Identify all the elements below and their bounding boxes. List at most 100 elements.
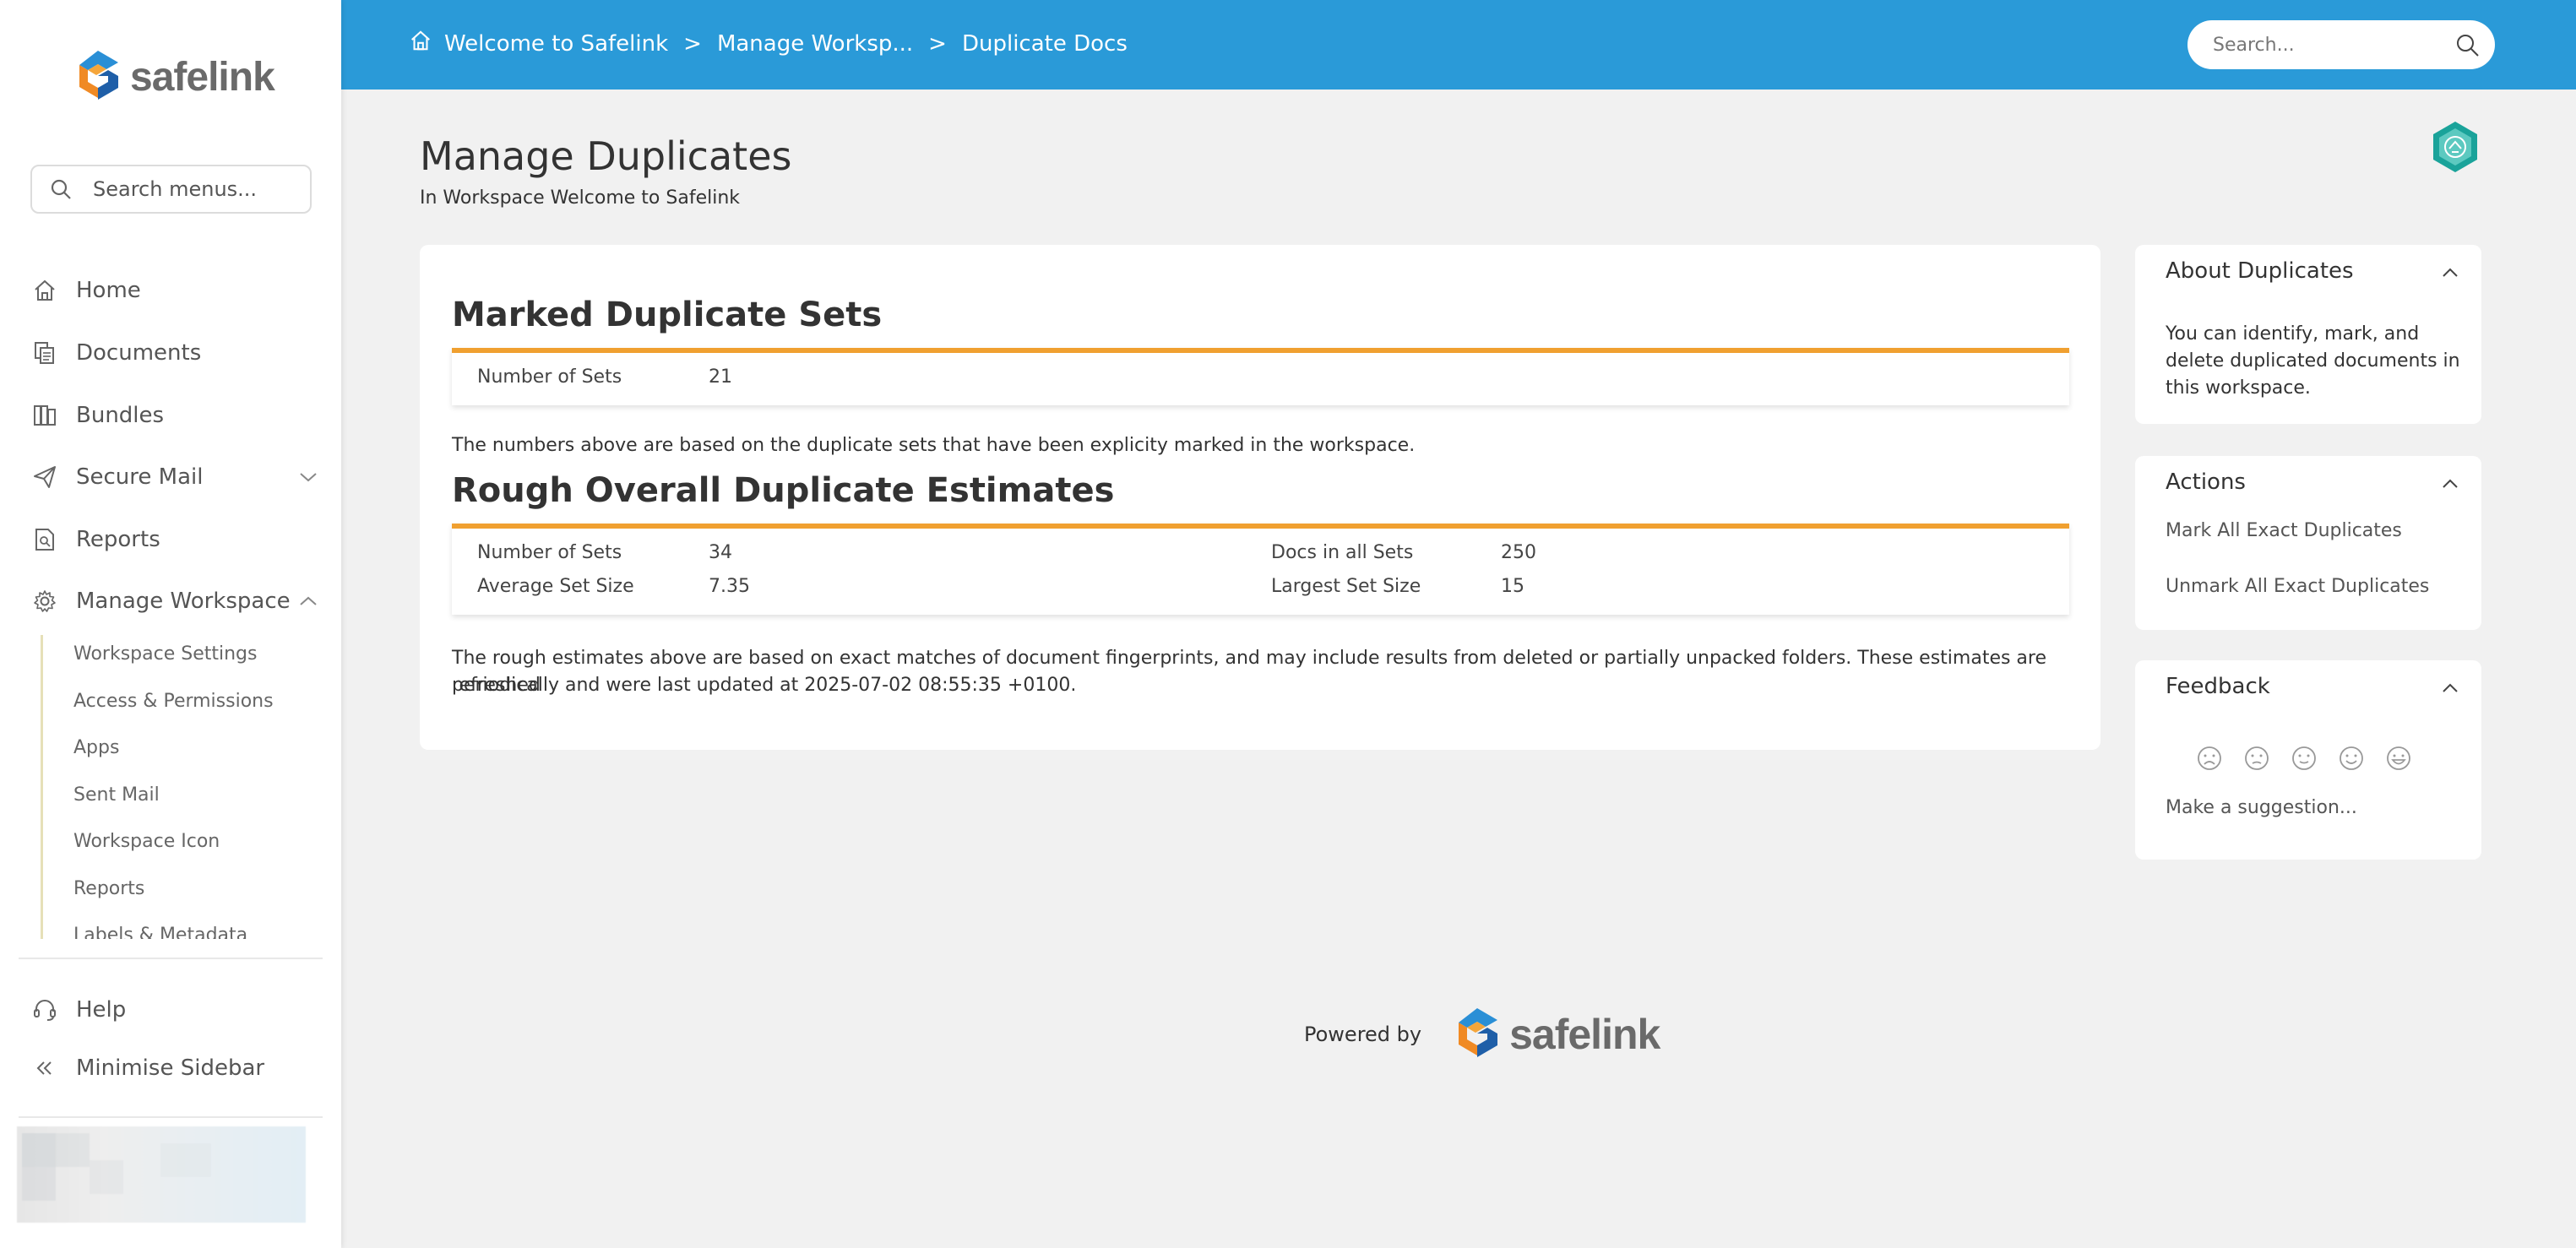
sidebar-item-secure-mail[interactable]: Secure Mail bbox=[30, 459, 203, 496]
make-suggestion-link[interactable]: Make a suggestion... bbox=[2166, 797, 2357, 818]
submenu-item-apps[interactable]: Apps bbox=[73, 737, 119, 758]
submenu-item-labels-metadata[interactable]: Labels & Metadata bbox=[73, 925, 247, 939]
chevron-down-icon[interactable] bbox=[296, 464, 321, 490]
happy-face-icon[interactable] bbox=[2338, 745, 2365, 772]
minimise-sidebar-button[interactable]: Minimise Sidebar bbox=[30, 1050, 264, 1087]
search-icon bbox=[47, 176, 74, 203]
user-profile-card[interactable] bbox=[17, 1126, 306, 1223]
chevron-up-icon[interactable] bbox=[2437, 471, 2463, 496]
breadcrumb-workspace[interactable]: Welcome to Safelink bbox=[444, 31, 668, 57]
sidebar-item-label: Manage Workspace bbox=[76, 589, 291, 614]
menu-search[interactable] bbox=[30, 165, 312, 214]
sidebar-item-label: Help bbox=[76, 997, 127, 1023]
footer: Powered by safelink bbox=[1304, 1005, 1660, 1064]
sidebar-divider bbox=[19, 958, 323, 959]
home-icon bbox=[30, 276, 59, 305]
bundles-icon bbox=[30, 401, 59, 430]
breadcrumb-current: Duplicate Docs bbox=[961, 30, 1128, 57]
submenu-item-workspace-settings[interactable]: Workspace Settings bbox=[73, 643, 257, 665]
submenu-item-sent-mail[interactable]: Sent Mail bbox=[73, 784, 160, 806]
manage-workspace-submenu: Workspace Settings Access & Permissions … bbox=[41, 635, 319, 939]
about-text-line: this workspace. bbox=[2166, 377, 2311, 399]
sidebar-item-manage-workspace[interactable]: Manage Workspace bbox=[30, 583, 291, 620]
stat-label: Largest Set Size bbox=[1271, 576, 1421, 597]
sidebar-item-documents[interactable]: Documents bbox=[30, 334, 201, 372]
menu-search-input[interactable] bbox=[93, 177, 287, 201]
top-bar: Welcome to Safelink > Manage Worksp... >… bbox=[341, 0, 2576, 90]
home-icon[interactable] bbox=[409, 29, 432, 58]
sidebar-item-label: Bundles bbox=[76, 403, 165, 428]
marked-stats-box: Number of Sets 21 bbox=[452, 348, 2069, 405]
submenu-item-workspace-icon[interactable]: Workspace Icon bbox=[73, 831, 220, 852]
marked-duplicate-sets-title: Marked Duplicate Sets bbox=[452, 296, 883, 334]
very-sad-face-icon[interactable] bbox=[2196, 745, 2223, 772]
global-search[interactable] bbox=[2187, 20, 2495, 69]
safelink-logo-text: safelink bbox=[130, 54, 275, 100]
sidebar-item-home[interactable]: Home bbox=[30, 272, 141, 309]
paper-plane-icon bbox=[30, 463, 59, 491]
safelink-logo-mark-icon bbox=[79, 51, 118, 100]
stat-value: 15 bbox=[1501, 576, 1524, 597]
breadcrumb-separator: > bbox=[928, 30, 947, 57]
stat-label: Number of Sets bbox=[477, 542, 622, 563]
rough-estimates-title: Rough Overall Duplicate Estimates bbox=[452, 471, 1115, 510]
neutral-face-icon[interactable] bbox=[2291, 745, 2318, 772]
safelink-logo-mark-icon bbox=[1459, 1008, 1498, 1057]
submenu-item-access-permissions[interactable]: Access & Permissions bbox=[73, 691, 274, 712]
rough-stats-box: Number of Sets 34 Average Set Size 7.35 … bbox=[452, 524, 2069, 615]
submenu-item-reports[interactable]: Reports bbox=[73, 878, 144, 899]
safelink-footer-logo[interactable]: safelink bbox=[1452, 1005, 1660, 1064]
unmark-all-exact-duplicates-link[interactable]: Unmark All Exact Duplicates bbox=[2166, 576, 2429, 597]
page-title: Manage Duplicates bbox=[420, 133, 792, 179]
stat-label: Average Set Size bbox=[477, 576, 634, 597]
page-subtitle: In Workspace Welcome to Safelink bbox=[420, 187, 741, 209]
mark-all-exact-duplicates-link[interactable]: Mark All Exact Duplicates bbox=[2166, 520, 2402, 541]
search-icon[interactable] bbox=[2454, 32, 2480, 61]
panel-title: About Duplicates bbox=[2166, 258, 2354, 284]
breadcrumb-manage-workspace[interactable]: Manage Worksp... bbox=[717, 31, 913, 57]
sidebar-item-label: Documents bbox=[76, 340, 202, 366]
marked-note: The numbers above are based on the dupli… bbox=[452, 435, 1416, 456]
chevron-up-icon[interactable] bbox=[2437, 676, 2463, 701]
stat-label: Number of Sets bbox=[477, 366, 622, 388]
documents-icon bbox=[30, 339, 59, 367]
global-search-input[interactable] bbox=[2213, 34, 2441, 56]
feedback-rating bbox=[2196, 745, 2412, 772]
breadcrumb: Welcome to Safelink > Manage Worksp... >… bbox=[409, 29, 1128, 58]
stat-value: 34 bbox=[709, 542, 732, 563]
sidebar-item-label: Minimise Sidebar bbox=[76, 1055, 265, 1081]
stat-value: 7.35 bbox=[709, 576, 750, 597]
sidebar-divider bbox=[19, 1116, 323, 1118]
sidebar-item-bundles[interactable]: Bundles bbox=[30, 397, 164, 434]
sidebar-item-help[interactable]: Help bbox=[30, 991, 126, 1028]
panel-title: Actions bbox=[2166, 469, 2246, 495]
duplicates-summary-card: Marked Duplicate Sets Number of Sets 21 … bbox=[420, 245, 2100, 750]
stat-label: Docs in all Sets bbox=[1271, 542, 1414, 563]
chevron-up-icon[interactable] bbox=[296, 589, 321, 614]
stat-value: 250 bbox=[1501, 542, 1536, 563]
sad-face-icon[interactable] bbox=[2243, 745, 2270, 772]
workspace-badge-icon[interactable] bbox=[2431, 120, 2480, 177]
rough-note-line-2: periodically and were last updated at 20… bbox=[452, 675, 1077, 696]
sidebar-item-reports[interactable]: Reports bbox=[30, 521, 160, 558]
sidebar: safelink Home Documents Bundles Secure M… bbox=[0, 0, 341, 1248]
safelink-logo-text: safelink bbox=[1509, 1011, 1660, 1058]
about-text-line: You can identify, mark, and bbox=[2166, 323, 2420, 345]
about-text-line: delete duplicated documents in bbox=[2166, 350, 2460, 372]
feedback-panel: Feedback Make a suggestion... bbox=[2135, 660, 2481, 860]
actions-panel: Actions Mark All Exact Duplicates Unmark… bbox=[2135, 456, 2481, 630]
breadcrumb-separator: > bbox=[683, 30, 702, 57]
panel-title: Feedback bbox=[2166, 674, 2270, 699]
sidebar-item-label: Home bbox=[76, 278, 141, 303]
stat-value: 21 bbox=[709, 366, 732, 388]
chevron-up-icon[interactable] bbox=[2437, 260, 2463, 285]
safelink-logo[interactable]: safelink bbox=[73, 47, 275, 106]
about-duplicates-panel: About Duplicates You can identify, mark,… bbox=[2135, 245, 2481, 424]
very-happy-face-icon[interactable] bbox=[2385, 745, 2412, 772]
reports-icon bbox=[30, 525, 59, 554]
headset-icon bbox=[30, 996, 59, 1024]
sidebar-item-label: Secure Mail bbox=[76, 464, 204, 490]
gear-icon bbox=[30, 587, 59, 616]
sidebar-item-label: Reports bbox=[76, 527, 160, 552]
double-chevron-left-icon bbox=[30, 1054, 59, 1083]
